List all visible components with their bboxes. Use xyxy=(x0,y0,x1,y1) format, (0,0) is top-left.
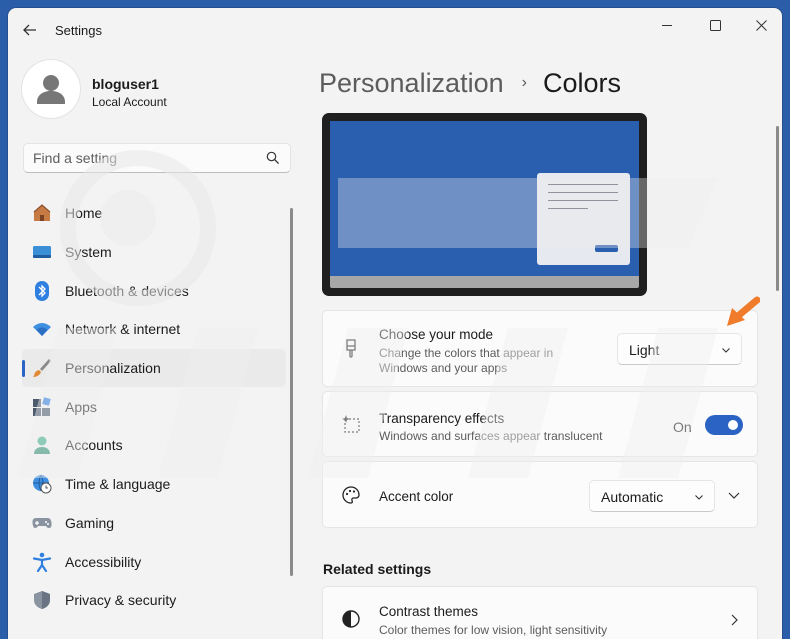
close-button[interactable] xyxy=(738,10,782,40)
maximize-icon xyxy=(709,19,721,31)
preview-button xyxy=(595,245,618,252)
related-settings-heading: Related settings xyxy=(323,561,432,577)
accent-dropdown[interactable]: Automatic xyxy=(589,480,715,512)
transparency-card: Transparency effects Windows and surface… xyxy=(322,391,758,457)
accounts-icon xyxy=(32,435,52,455)
sidebar-item-accounts[interactable]: Accounts xyxy=(22,426,286,465)
transparency-toggle[interactable] xyxy=(705,415,743,435)
chevron-down-icon xyxy=(695,495,703,500)
settings-window: Settings bloguser1 Local Account Home Sy… xyxy=(8,8,782,639)
breadcrumb: Personalization › Colors xyxy=(319,63,621,103)
accent-title: Accent color xyxy=(379,489,454,504)
sidebar-item-apps[interactable]: Apps xyxy=(22,387,286,426)
sidebar-item-time-language[interactable]: Time & language xyxy=(22,465,286,504)
search-icon[interactable] xyxy=(266,151,280,165)
preview-line xyxy=(548,208,588,209)
sidebar-item-network[interactable]: Network & internet xyxy=(22,310,286,349)
accent-card[interactable]: Accent color Automatic xyxy=(322,461,758,528)
title-bar: Settings xyxy=(8,8,782,52)
sidebar-item-label: Accounts xyxy=(65,437,123,454)
sidebar-item-label: Bluetooth & devices xyxy=(65,282,189,299)
contrast-themes-title: Contrast themes xyxy=(379,604,479,619)
contrast-themes-card[interactable]: Contrast themes Color themes for low vis… xyxy=(322,586,758,639)
sidebar-item-system[interactable]: System xyxy=(22,233,286,272)
sidebar-item-label: Time & language xyxy=(65,476,171,493)
shield-icon xyxy=(32,590,52,610)
minimize-icon xyxy=(661,24,672,26)
preview-taskbar xyxy=(330,276,639,288)
mode-dropdown-value: Light xyxy=(629,342,660,358)
breadcrumb-separator: › xyxy=(521,74,527,91)
chevron-down-icon xyxy=(722,348,730,353)
minimize-button[interactable] xyxy=(644,10,690,40)
user-silhouette-icon xyxy=(37,75,65,104)
transparency-state-label: On xyxy=(673,419,692,435)
maximize-button[interactable] xyxy=(692,10,738,40)
preview-window xyxy=(537,173,630,265)
system-icon xyxy=(32,242,52,262)
sidebar-item-label: Home xyxy=(65,205,103,222)
apps-icon xyxy=(32,396,52,417)
paint-brush-icon xyxy=(340,338,362,360)
mode-dropdown[interactable]: Light xyxy=(617,333,742,365)
sidebar-item-gaming[interactable]: Gaming xyxy=(22,504,286,543)
sidebar-item-label: System xyxy=(65,244,112,261)
sidebar-item-label: Accessibility xyxy=(65,553,142,570)
sidebar-item-bluetooth[interactable]: Bluetooth & devices xyxy=(22,271,286,310)
wifi-icon xyxy=(32,319,52,339)
accessibility-icon xyxy=(32,552,52,572)
mode-description-line2: Windows and your apps xyxy=(379,361,508,375)
contrast-icon xyxy=(340,608,362,630)
mode-description-line1: Change the colors that appear in xyxy=(379,346,554,360)
page-title: Colors xyxy=(542,67,621,98)
home-icon xyxy=(32,203,52,223)
sidebar-item-label: Gaming xyxy=(65,514,115,531)
sidebar-item-label: Network & internet xyxy=(65,321,181,338)
contrast-themes-description: Color themes for low vision, light sensi… xyxy=(379,623,608,637)
preview-line xyxy=(548,192,618,193)
sidebar-item-accessibility[interactable]: Accessibility xyxy=(22,542,286,581)
mode-title: Choose your mode xyxy=(379,327,494,342)
preview-line xyxy=(548,184,618,185)
sidebar-item-label: Apps xyxy=(65,398,97,415)
user-profile[interactable]: bloguser1 Local Account xyxy=(22,60,282,120)
back-arrow-icon xyxy=(23,24,36,36)
accent-dropdown-value: Automatic xyxy=(601,489,664,505)
user-name: bloguser1 xyxy=(92,76,159,92)
main-scrollbar[interactable] xyxy=(776,126,779,291)
sidebar-scrollbar[interactable] xyxy=(290,208,293,576)
toggle-knob xyxy=(728,420,738,430)
brush-icon xyxy=(32,358,52,378)
window-title: Settings xyxy=(55,23,102,38)
sidebar-nav: Home System Bluetooth & devices Network … xyxy=(22,194,286,620)
sidebar-item-home[interactable]: Home xyxy=(22,194,286,233)
back-button[interactable] xyxy=(16,16,44,44)
search-box[interactable] xyxy=(23,143,291,173)
mode-card: Choose your mode Change the colors that … xyxy=(322,310,758,387)
close-icon xyxy=(755,19,767,31)
gamepad-icon xyxy=(32,513,52,533)
search-input[interactable] xyxy=(33,144,253,172)
preview-line xyxy=(548,200,618,201)
sidebar-item-personalization[interactable]: Personalization xyxy=(22,348,286,388)
expand-chevron-icon[interactable] xyxy=(727,488,741,502)
sidebar-item-privacy-security[interactable]: Privacy & security xyxy=(22,581,286,620)
chevron-right-icon xyxy=(731,614,738,626)
transparency-description: Windows and surfaces appear translucent xyxy=(379,429,603,443)
theme-preview xyxy=(322,113,647,296)
sidebar-item-label: Privacy & security xyxy=(65,592,177,609)
globe-clock-icon xyxy=(32,474,52,494)
palette-icon xyxy=(340,484,362,506)
annotation-arrow-icon xyxy=(727,296,760,326)
avatar xyxy=(22,60,80,118)
breadcrumb-parent[interactable]: Personalization xyxy=(319,68,504,99)
sparkle-icon xyxy=(340,413,362,435)
transparency-title: Transparency effects xyxy=(379,411,505,426)
bluetooth-icon xyxy=(32,280,52,301)
sidebar-item-label: Personalization xyxy=(65,360,161,377)
account-type: Local Account xyxy=(92,95,167,109)
